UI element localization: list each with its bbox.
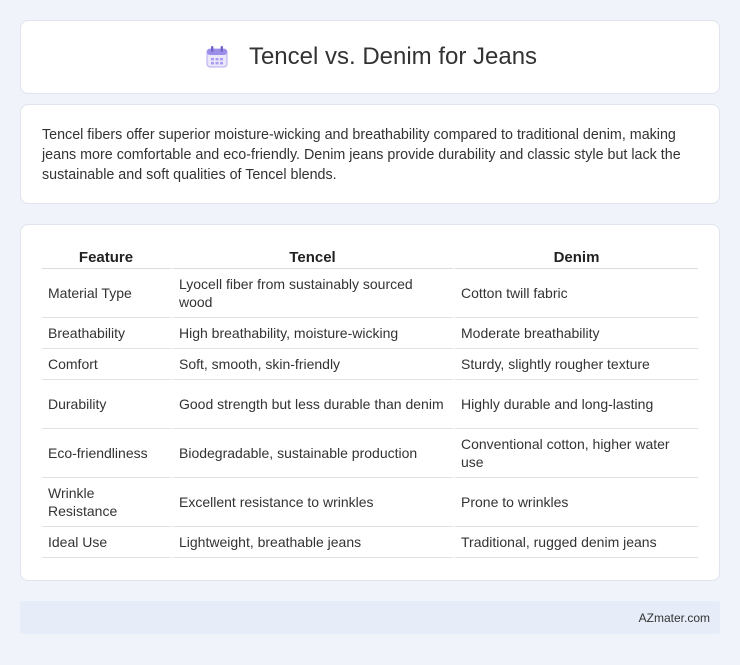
- denim-cell: Prone to wrinkles: [455, 478, 698, 527]
- denim-cell: Moderate breathability: [455, 318, 698, 349]
- feature-cell: Material Type: [42, 269, 173, 318]
- denim-cell: Cotton twill fabric: [455, 269, 698, 318]
- feature-cell: Durability: [42, 380, 173, 429]
- feature-cell: Eco-friendliness: [42, 429, 173, 478]
- tencel-cell: Good strength but less durable than deni…: [173, 380, 455, 429]
- denim-cell: Traditional, rugged denim jeans: [455, 527, 698, 558]
- intro-card: Tencel fibers offer superior moisture-wi…: [20, 104, 720, 204]
- feature-cell: Breathability: [42, 318, 173, 349]
- denim-cell: Highly durable and long-lasting: [455, 380, 698, 429]
- tencel-cell: Excellent resistance to wrinkles: [173, 478, 455, 527]
- tencel-cell: Soft, smooth, skin-friendly: [173, 349, 455, 380]
- title-card: Tencel vs. Denim for Jeans: [20, 20, 720, 94]
- tencel-cell: Biodegradable, sustainable production: [173, 429, 455, 478]
- calendar-icon: [203, 43, 231, 71]
- page-title: Tencel vs. Denim for Jeans: [248, 43, 538, 70]
- header-tencel: Tencel: [173, 243, 455, 269]
- table-header-row: Feature Tencel Denim: [42, 243, 698, 269]
- header-feature: Feature: [42, 243, 173, 269]
- footer: AZmater.com: [20, 601, 720, 634]
- feature-cell: Wrinkle Resistance: [42, 478, 173, 527]
- tencel-cell: High breathability, moisture-wicking: [173, 318, 455, 349]
- intro-text: Tencel fibers offer superior moisture-wi…: [42, 127, 681, 183]
- feature-cell: Ideal Use: [42, 527, 173, 558]
- title-wrap: Tencel vs. Denim for Jeans: [203, 43, 537, 71]
- denim-cell: Sturdy, slightly rougher texture: [455, 349, 698, 380]
- denim-cell: Conventional cotton, higher water use: [455, 429, 698, 478]
- table-row: Breathability High breathability, moistu…: [42, 318, 698, 349]
- table-row: Material Type Lyocell fiber from sustain…: [42, 269, 698, 318]
- comparison-table: Feature Tencel Denim Material Type Lyoce…: [42, 243, 698, 558]
- table-row: Wrinkle Resistance Excellent resistance …: [42, 478, 698, 527]
- feature-cell: Comfort: [42, 349, 173, 380]
- footer-site-link[interactable]: AZmater.com: [639, 611, 710, 625]
- comparison-card: Feature Tencel Denim Material Type Lyoce…: [20, 224, 720, 581]
- table-row: Durability Good strength but less durabl…: [42, 380, 698, 429]
- table-row: Comfort Soft, smooth, skin-friendly Stur…: [42, 349, 698, 380]
- tencel-cell: Lightweight, breathable jeans: [173, 527, 455, 558]
- header-denim: Denim: [455, 243, 698, 269]
- table-row: Eco-friendliness Biodegradable, sustaina…: [42, 429, 698, 478]
- table-row: Ideal Use Lightweight, breathable jeans …: [42, 527, 698, 558]
- tencel-cell: Lyocell fiber from sustainably sourced w…: [173, 269, 455, 318]
